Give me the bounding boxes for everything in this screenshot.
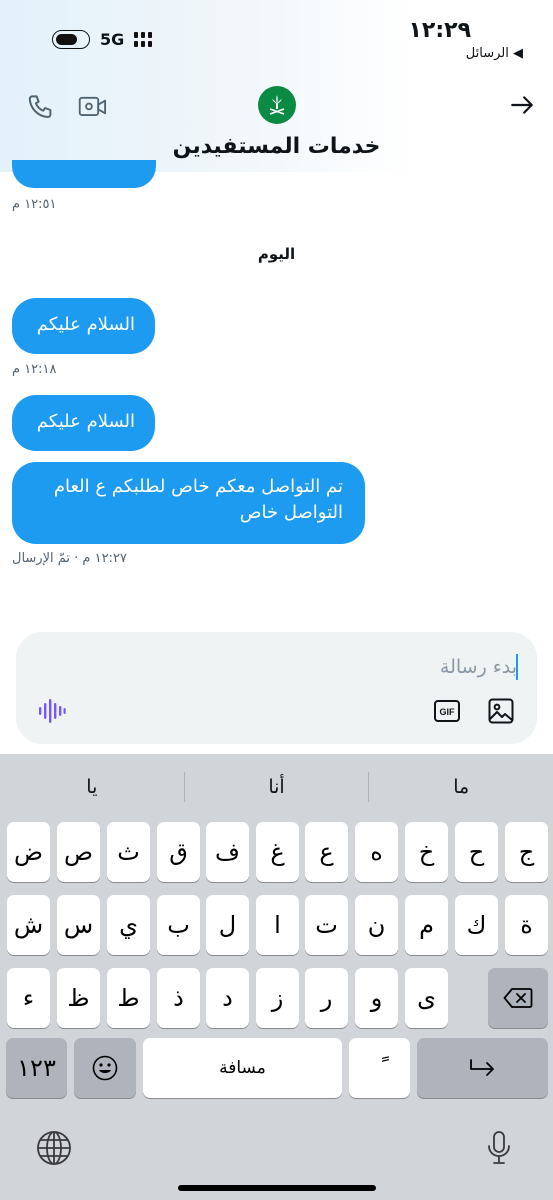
- video-call-icon[interactable]: [78, 94, 108, 124]
- suggestion-item[interactable]: ما: [369, 770, 553, 804]
- back-arrow-icon[interactable]: [509, 92, 535, 122]
- letter-key[interactable]: س: [57, 895, 100, 955]
- letter-key[interactable]: و: [355, 968, 398, 1028]
- letter-key[interactable]: ك: [455, 895, 498, 955]
- letter-key[interactable]: ص: [57, 822, 100, 882]
- letter-key[interactable]: ذ: [157, 968, 200, 1028]
- status-time: ١٢:٢٩: [408, 18, 471, 43]
- chat-header: ١٢:٢٩ ◀ الرسائل 5G خدمات المستفيدين: [0, 0, 553, 172]
- network-label: 5G: [100, 30, 125, 49]
- letter-key[interactable]: ظ: [57, 968, 100, 1028]
- letter-key[interactable]: ش: [7, 895, 50, 955]
- voice-message-icon[interactable]: [38, 698, 66, 728]
- message-input[interactable]: [157, 652, 517, 682]
- status-indicators: 5G: [52, 30, 153, 49]
- svg-text:GIF: GIF: [440, 707, 456, 717]
- message-bubble[interactable]: السلام عليكم: [12, 298, 155, 354]
- battery-icon: [52, 30, 90, 49]
- letter-key[interactable]: د: [206, 968, 249, 1028]
- letter-key[interactable]: ه: [355, 822, 398, 882]
- phone-call-icon[interactable]: [26, 92, 56, 126]
- return-icon: [469, 1059, 494, 1076]
- globe-icon[interactable]: [36, 1130, 72, 1170]
- status-back-to-messages[interactable]: ◀ الرسائل: [466, 46, 523, 61]
- emoji-key[interactable]: [74, 1038, 136, 1098]
- letter-key[interactable]: ث: [107, 822, 150, 882]
- suggestion-item[interactable]: أنا: [185, 770, 369, 804]
- letter-key[interactable]: ع: [305, 822, 348, 882]
- letter-key[interactable]: ط: [107, 968, 150, 1028]
- message-composer: GIF: [16, 632, 537, 744]
- letter-key[interactable]: ر: [305, 968, 348, 1028]
- letter-key[interactable]: ف: [206, 822, 249, 882]
- microphone-icon[interactable]: [486, 1130, 512, 1170]
- letter-key[interactable]: ض: [7, 822, 50, 882]
- letter-key[interactable]: ز: [256, 968, 299, 1028]
- message-bubble[interactable]: تم التواصل معكم خاص لطلبكم ع العام التوا…: [12, 462, 365, 544]
- message-timestamp: ١٢:١٨ م: [12, 362, 57, 377]
- letter-key[interactable]: ة: [505, 895, 548, 955]
- signal-icon: [134, 32, 153, 47]
- letter-key[interactable]: ا: [256, 895, 299, 955]
- beneficiary-services-avatar[interactable]: [258, 86, 296, 124]
- message-status: ١٢:٢٧ م · تمّ الإرسال: [12, 551, 127, 566]
- message-bubble[interactable]: السلام عليكم: [12, 395, 155, 451]
- keyboard-suggestions: يا أنا ما: [0, 770, 553, 804]
- tanween-key[interactable]: ً: [349, 1038, 410, 1098]
- image-icon[interactable]: [488, 698, 514, 728]
- letter-key[interactable]: ي: [107, 895, 150, 955]
- letter-key[interactable]: غ: [256, 822, 299, 882]
- letter-key[interactable]: ء: [7, 968, 50, 1028]
- message-bubble-partial[interactable]: [12, 160, 156, 188]
- letter-key[interactable]: ق: [157, 822, 200, 882]
- letter-key[interactable]: م: [405, 895, 448, 955]
- numbers-key[interactable]: ١٢٣: [6, 1038, 67, 1098]
- letter-key[interactable]: ن: [355, 895, 398, 955]
- message-timestamp: ١٢:٥١ م: [12, 197, 57, 212]
- letter-key[interactable]: ى: [405, 968, 448, 1028]
- gif-icon[interactable]: GIF: [434, 700, 460, 726]
- backspace-icon: [503, 988, 533, 1008]
- home-indicator: [178, 1185, 376, 1191]
- letter-key[interactable]: ح: [455, 822, 498, 882]
- letter-key[interactable]: ب: [157, 895, 200, 955]
- emoji-icon: [92, 1055, 118, 1081]
- day-separator: اليوم: [257, 245, 296, 263]
- space-key[interactable]: مسافة: [143, 1038, 342, 1098]
- letter-key[interactable]: ج: [505, 822, 548, 882]
- backspace-key[interactable]: [488, 968, 548, 1028]
- letter-key[interactable]: ل: [206, 895, 249, 955]
- text-caret: [516, 654, 518, 680]
- return-key[interactable]: [417, 1038, 548, 1098]
- letter-key[interactable]: ت: [305, 895, 348, 955]
- letter-key[interactable]: خ: [405, 822, 448, 882]
- suggestion-item[interactable]: يا: [0, 770, 184, 804]
- chat-title: خدمات المستفيدين: [172, 134, 381, 159]
